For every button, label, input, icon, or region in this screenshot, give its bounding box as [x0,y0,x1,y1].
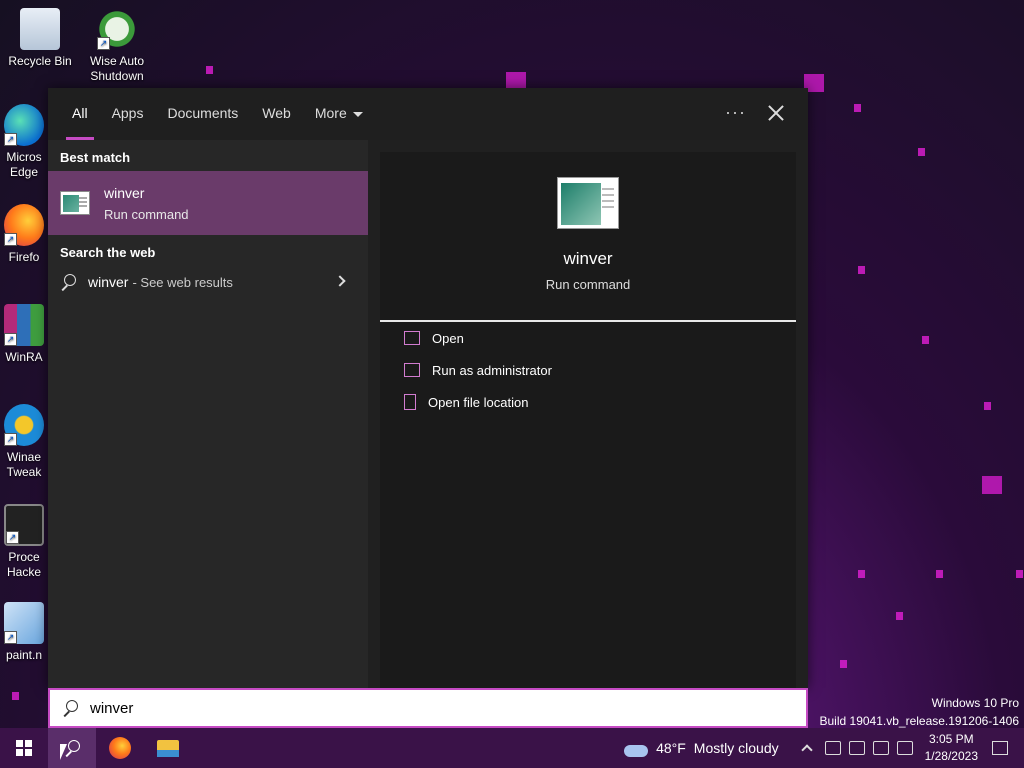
desktop-icon-edge[interactable]: ↗ Micros Edge [0,104,54,180]
winver-large-icon [557,177,619,229]
taskbar-file-explorer[interactable] [144,728,192,768]
weather-widget[interactable]: 48°F Mostly cloudy [624,739,779,757]
desktop-icon-winrar[interactable]: ↗ WinRA [0,304,54,365]
desktop-icon-process-hacker[interactable]: ↗ Proce Hacke [0,504,54,580]
folder-icon [157,739,179,757]
network-icon[interactable] [872,741,889,755]
more-options-button[interactable]: ··· [725,102,746,123]
winrar-icon: ↗ [4,304,44,346]
search-input[interactable] [90,699,690,717]
chevron-down-icon [352,111,363,117]
web-result-item[interactable]: winver - See web results [48,266,368,298]
search-icon [60,274,76,290]
process-hacker-icon: ↗ [4,504,44,546]
show-hidden-icons-chevron-icon[interactable] [800,744,813,756]
search-web-heading: Search the web [60,245,156,260]
winaero-tweaker-icon: ↗ [4,404,44,446]
edge-icon: ↗ [4,104,44,146]
meet-now-icon[interactable] [824,741,841,755]
desktop-icon-wise-auto-shutdown[interactable]: ↗ Wise Auto Shutdown [77,8,157,84]
mouse-cursor-icon [60,744,67,760]
open-icon [404,331,420,345]
recycle-bin-icon [20,8,60,50]
action-open-file-location[interactable]: Open file location [380,386,796,418]
taskbar-search-button[interactable] [48,728,96,768]
tab-documents[interactable]: Documents [155,88,250,140]
windows-logo-icon [16,740,32,756]
search-tabs: All Apps Documents Web More ··· [48,88,808,140]
paint-net-icon: ↗ [4,602,44,644]
app-tray-icon[interactable] [848,741,865,755]
cloudy-weather-icon [624,739,649,757]
action-open[interactable]: Open [380,322,796,354]
tab-apps[interactable]: Apps [100,88,156,140]
web-result-query: winver [88,274,129,290]
tab-web[interactable]: Web [250,88,303,140]
taskbar-firefox[interactable] [96,728,144,768]
result-detail-pane: winver Run command Open Run as administr… [380,152,796,688]
firefox-icon: ↗ [4,204,44,246]
clock[interactable]: 3:05 PM 1/28/2023 [925,731,978,765]
desktop-icon-firefox[interactable]: ↗ Firefo [0,204,54,265]
detail-name: winver [563,249,613,268]
best-match-type: Run command [104,206,189,222]
notification-center-icon[interactable] [992,741,1008,755]
tab-all[interactable]: All [60,88,100,140]
shield-admin-icon [404,363,420,377]
tab-more[interactable]: More [303,88,375,140]
firefox-icon [109,737,131,759]
wise-auto-shutdown-icon: ↗ [97,8,137,50]
chevron-right-icon[interactable] [334,275,346,287]
start-button[interactable] [0,728,48,768]
system-tray: 48°F Mostly cloudy 3:05 PM 1/28/2023 [624,728,1024,768]
volume-muted-icon[interactable] [896,741,913,755]
taskbar: 48°F Mostly cloudy 3:05 PM 1/28/2023 [0,728,1024,768]
best-match-heading: Best match [60,150,131,165]
best-match-item[interactable]: winver Run command [48,171,368,235]
winver-app-icon [60,191,90,215]
close-button[interactable] [764,101,788,125]
desktop-icon-winaero-tweaker[interactable]: ↗ Winae Tweak [0,404,54,480]
file-location-icon [404,394,416,410]
desktop-icon-paint-net[interactable]: ↗ paint.n [0,602,54,663]
best-match-name: winver [104,184,145,201]
search-icon [62,700,78,716]
windows-watermark: Windows 10 Pro Build 19041.vb_release.19… [819,696,1020,728]
search-box[interactable] [48,688,808,728]
detail-type: Run command [545,277,631,292]
search-panel: All Apps Documents Web More ··· Best mat… [48,88,808,688]
desktop-icon-recycle-bin[interactable]: Recycle Bin [0,8,80,69]
action-run-as-administrator[interactable]: Run as administrator [380,354,796,386]
results-list: Best match winver Run command Search the… [48,140,368,688]
web-result-suffix: - See web results [132,274,233,290]
